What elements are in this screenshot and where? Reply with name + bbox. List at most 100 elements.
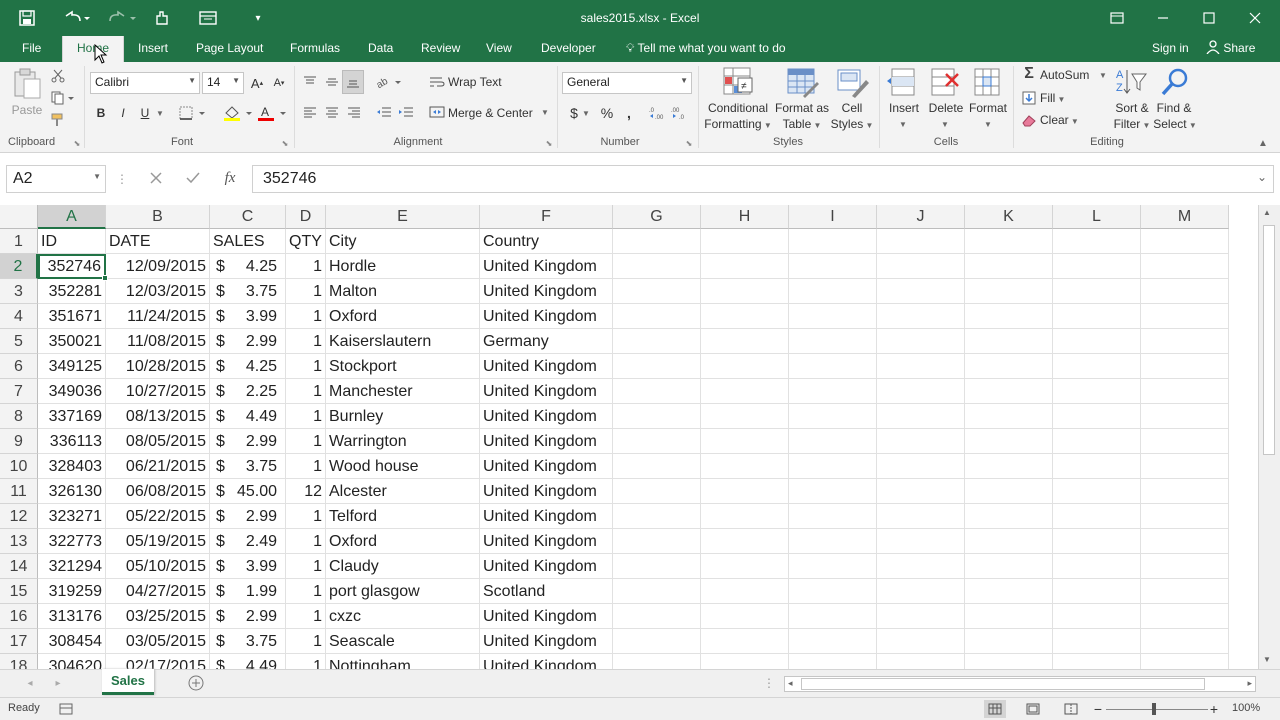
- empty-cell[interactable]: [613, 579, 701, 604]
- empty-cell[interactable]: [1141, 454, 1229, 479]
- empty-cell[interactable]: [701, 604, 789, 629]
- row-header[interactable]: 5: [0, 329, 38, 354]
- cell-country[interactable]: United Kingdom: [480, 604, 613, 629]
- cell-sales[interactable]: $4.25: [210, 254, 286, 279]
- empty-cell[interactable]: [789, 404, 877, 429]
- cell-city[interactable]: Hordle: [326, 254, 480, 279]
- find-select-button[interactable]: Select ▼: [1148, 116, 1202, 134]
- empty-cell[interactable]: [1141, 379, 1229, 404]
- empty-cell[interactable]: [701, 504, 789, 529]
- autosum-button[interactable]: AutoSum: [1040, 67, 1089, 83]
- empty-cell[interactable]: [789, 454, 877, 479]
- empty-cell[interactable]: [613, 604, 701, 629]
- cell-country[interactable]: United Kingdom: [480, 354, 613, 379]
- cell-date[interactable]: 05/10/2015: [106, 554, 210, 579]
- cell-date[interactable]: 10/28/2015: [106, 354, 210, 379]
- column-header-j[interactable]: J: [877, 205, 965, 229]
- empty-cell[interactable]: [1141, 654, 1229, 669]
- empty-cell[interactable]: [877, 229, 965, 254]
- empty-cell[interactable]: [701, 354, 789, 379]
- cell-date[interactable]: 08/13/2015: [106, 404, 210, 429]
- cell-sales[interactable]: $2.49: [210, 529, 286, 554]
- cell-sales[interactable]: $2.25: [210, 379, 286, 404]
- empty-cell[interactable]: [1053, 479, 1141, 504]
- decrease-decimal-icon[interactable]: .00.0: [670, 102, 690, 124]
- name-box[interactable]: A2 ▼: [6, 165, 106, 193]
- cell-country[interactable]: United Kingdom: [480, 279, 613, 304]
- cell-city[interactable]: Claudy: [326, 554, 480, 579]
- cell-qty[interactable]: 1: [286, 454, 326, 479]
- empty-cell[interactable]: [789, 529, 877, 554]
- cell-country[interactable]: United Kingdom: [480, 404, 613, 429]
- format-cells-button[interactable]: Format: [966, 100, 1010, 116]
- cell-country[interactable]: Germany: [480, 329, 613, 354]
- cell-id[interactable]: 349125: [38, 354, 106, 379]
- cell-id[interactable]: 350021: [38, 329, 106, 354]
- cell-country[interactable]: United Kingdom: [480, 529, 613, 554]
- page-layout-view-icon[interactable]: [1022, 700, 1044, 718]
- empty-cell[interactable]: [1141, 479, 1229, 504]
- cell-city[interactable]: Oxford: [326, 529, 480, 554]
- conditional-formatting-label-1[interactable]: Conditional: [702, 100, 774, 116]
- empty-cell[interactable]: [965, 629, 1053, 654]
- column-header-b[interactable]: B: [106, 205, 210, 229]
- conditional-formatting-button[interactable]: Formatting ▼: [702, 116, 774, 134]
- row-header[interactable]: 15: [0, 579, 38, 604]
- cell-country[interactable]: United Kingdom: [480, 504, 613, 529]
- empty-cell[interactable]: [701, 479, 789, 504]
- cell-id[interactable]: 323271: [38, 504, 106, 529]
- cell-qty[interactable]: 1: [286, 554, 326, 579]
- sort-filter-icon[interactable]: AZ: [1115, 66, 1149, 98]
- cell-date[interactable]: 05/22/2015: [106, 504, 210, 529]
- empty-cell[interactable]: [613, 479, 701, 504]
- cell-date[interactable]: 03/05/2015: [106, 629, 210, 654]
- cell-date[interactable]: 12/03/2015: [106, 279, 210, 304]
- copy-icon[interactable]: [48, 88, 78, 108]
- empty-cell[interactable]: [789, 279, 877, 304]
- cell-country[interactable]: United Kingdom: [480, 654, 613, 669]
- chevron-down-icon[interactable]: ▼: [1098, 68, 1108, 82]
- header-cell-city[interactable]: City: [326, 229, 480, 254]
- cell-id[interactable]: 304620: [38, 654, 106, 669]
- empty-cell[interactable]: [965, 304, 1053, 329]
- empty-cell[interactable]: [701, 254, 789, 279]
- paste-label[interactable]: Paste: [10, 102, 44, 118]
- cell-qty[interactable]: 1: [286, 654, 326, 669]
- cell-id[interactable]: 321294: [38, 554, 106, 579]
- enter-entry-icon[interactable]: [183, 168, 203, 188]
- fill-handle[interactable]: [102, 275, 108, 281]
- number-format-select[interactable]: General ▼: [562, 72, 692, 94]
- cell-country[interactable]: United Kingdom: [480, 304, 613, 329]
- empty-cell[interactable]: [613, 379, 701, 404]
- empty-cell[interactable]: [877, 304, 965, 329]
- cell-country[interactable]: United Kingdom: [480, 254, 613, 279]
- empty-cell[interactable]: [1053, 504, 1141, 529]
- format-as-table-icon[interactable]: [785, 66, 819, 98]
- cell-qty[interactable]: 1: [286, 279, 326, 304]
- fill-down-icon[interactable]: [1020, 88, 1038, 108]
- borders-icon[interactable]: [178, 102, 208, 124]
- row-header[interactable]: 14: [0, 554, 38, 579]
- cell-city[interactable]: Oxford: [326, 304, 480, 329]
- column-header-h[interactable]: H: [701, 205, 789, 229]
- worksheet-grid[interactable]: ABCDEFGHIJKLM 1 2 3 4 5 6 7 8 9 10 11 12 13 14 15 16 17 1…: [0, 205, 1258, 669]
- cell-country[interactable]: United Kingdom: [480, 379, 613, 404]
- cell-styles-icon[interactable]: [836, 66, 870, 98]
- select-all-corner[interactable]: [0, 205, 38, 229]
- empty-cell[interactable]: [789, 354, 877, 379]
- header-cell-date[interactable]: DATE: [106, 229, 210, 254]
- empty-cell[interactable]: [789, 429, 877, 454]
- empty-cell[interactable]: [877, 279, 965, 304]
- sheet-tab-sales[interactable]: Sales: [102, 669, 154, 695]
- row-header[interactable]: 2: [0, 254, 38, 279]
- format-cells-icon[interactable]: [971, 66, 1005, 98]
- horizontal-scroll-thumb[interactable]: [801, 678, 1205, 690]
- empty-cell[interactable]: [1141, 329, 1229, 354]
- column-header-e[interactable]: E: [326, 205, 480, 229]
- empty-cell[interactable]: [1053, 554, 1141, 579]
- tab-review[interactable]: Review: [413, 36, 468, 62]
- empty-cell[interactable]: [701, 654, 789, 669]
- cell-city[interactable]: cxzc: [326, 604, 480, 629]
- merge-center-icon[interactable]: [428, 102, 446, 122]
- column-header-m[interactable]: M: [1141, 205, 1229, 229]
